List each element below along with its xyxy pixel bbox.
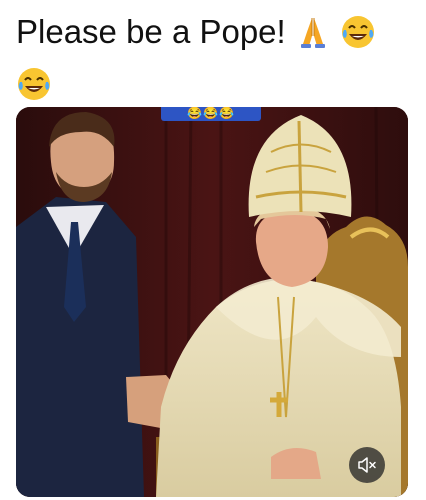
meme-image — [16, 107, 408, 497]
tears-of-joy-icon — [16, 66, 52, 102]
mute-button[interactable] — [349, 447, 385, 483]
video-overlay-strip: 😂😂😂 — [161, 107, 261, 121]
folded-hands-icon — [295, 14, 331, 50]
caption-text: Please be a Pope! — [16, 13, 286, 50]
tears-of-joy-icon: 😂 — [218, 107, 235, 120]
tears-of-joy-icon: 😂 — [203, 107, 219, 120]
tears-of-joy-icon: 😂 — [187, 107, 204, 120]
tears-of-joy-icon — [340, 14, 376, 50]
post-media[interactable]: 😂😂😂 — [16, 107, 408, 497]
speaker-muted-icon — [358, 457, 376, 473]
post-caption: Please be a Pope! — [16, 6, 416, 110]
